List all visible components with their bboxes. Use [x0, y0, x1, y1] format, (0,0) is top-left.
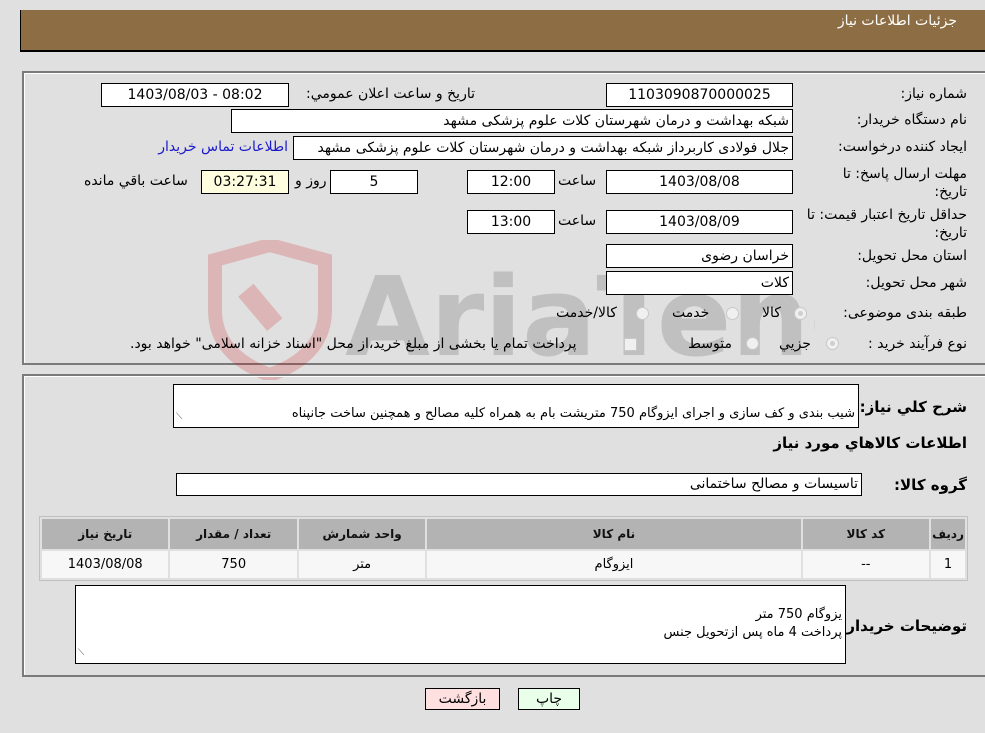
col-qty: تعداد / مقدار	[170, 519, 297, 549]
reply-deadline-date: 1403/08/08	[606, 170, 793, 194]
col-code: کد کالا	[802, 519, 930, 549]
radio-goods-service[interactable]	[636, 307, 649, 320]
items-table: ردیف کد کالا نام کالا واحد شمارش تعداد /…	[39, 516, 968, 581]
cell-code: --	[802, 551, 930, 578]
print-button[interactable]: چاپ	[518, 688, 580, 710]
delivery-province-field: خراسان رضوی	[606, 244, 793, 268]
table-row: 1 -- ایزوگام متر 750 1403/08/08	[42, 551, 965, 578]
col-row: ردیف	[931, 519, 965, 549]
radio-goods[interactable]	[794, 307, 807, 320]
remaining-days: 5	[330, 170, 418, 194]
requester-label: ایجاد کننده درخواست:	[838, 139, 967, 155]
announce-datetime-field: 1403/08/03 - 08:02	[101, 83, 289, 107]
days-label: روز و	[295, 173, 327, 189]
resize-grip-icon[interactable]: ⟋	[176, 408, 182, 426]
cell-date: 1403/08/08	[42, 551, 169, 578]
resize-grip-icon[interactable]: ⟋	[78, 644, 84, 662]
price-validity-time: 13:00	[467, 210, 555, 234]
goods-group-field: تاسیسات و مصالح ساختمانی	[176, 473, 862, 496]
radio-service-label: خدمت	[672, 305, 710, 321]
delivery-city-label: شهر محل تحویل:	[865, 275, 967, 291]
remaining-time: 03:27:31	[201, 170, 289, 194]
buyer-contact-link[interactable]: اطلاعات تماس خریدار	[158, 139, 288, 155]
back-button[interactable]: بازگشت	[425, 688, 500, 710]
price-time-label: ساعت	[558, 213, 597, 229]
col-name: نام کالا	[427, 519, 801, 549]
reply-deadline-label: مهلت ارسال پاسخ: تا تاریخ:	[842, 166, 967, 200]
reply-time-label: ساعت	[558, 173, 597, 189]
remaining-label: ساعت باقي مانده	[84, 173, 188, 189]
buyer-notes-label: توضیحات خریدار:	[840, 617, 967, 635]
need-number-field: 1103090870000025	[606, 83, 793, 107]
requester-field: جلال فولادی کاربرداز شبکه بهداشت و درمان…	[293, 136, 793, 160]
price-validity-label: حداقل تاریخ اعتبار قیمت: تا تاریخ:	[806, 207, 967, 241]
delivery-city-field: کلات	[606, 271, 793, 295]
col-date: تاریخ نیاز	[42, 519, 169, 549]
announce-datetime-label: تاریخ و ساعت اعلان عمومي:	[306, 86, 475, 102]
cell-row: 1	[931, 551, 965, 578]
buyer-notes-textarea[interactable]: یزوگام 750 متر پرداخت 4 ماه پس ازتحویل ج…	[75, 585, 846, 664]
col-unit: واحد شمارش	[298, 519, 426, 549]
radio-medium-label: متوسط	[688, 336, 732, 352]
radio-goods-label: کالا	[762, 305, 781, 321]
table-header-row: ردیف کد کالا نام کالا واحد شمارش تعداد /…	[42, 519, 965, 549]
cell-name: ایزوگام	[427, 551, 801, 578]
buyer-notes-text: یزوگام 750 متر پرداخت 4 ماه پس ازتحویل ج…	[663, 607, 843, 640]
goods-section-title: اطلاعات کالاهاي مورد نیاز	[773, 434, 967, 452]
radio-minor-label: جزیي	[779, 336, 811, 352]
goods-group-label: گروه کالا:	[894, 476, 967, 494]
description-textarea[interactable]: شیب بندی و کف سازی و اجرای ایزوگام 750 م…	[173, 384, 859, 428]
price-validity-date: 1403/08/09	[606, 210, 793, 234]
buyer-org-field: شبکه بهداشت و درمان شهرستان کلات علوم پز…	[231, 109, 793, 133]
radio-medium[interactable]	[746, 337, 759, 350]
treasury-note: پرداخت تمام یا بخشی از مبلغ خرید،از محل …	[130, 336, 577, 352]
purchase-type-label: نوع فرآیند خرید :	[868, 336, 967, 352]
description-text: شیب بندی و کف سازی و اجرای ایزوگام 750 م…	[291, 406, 855, 421]
radio-minor[interactable]	[826, 337, 839, 350]
reply-deadline-time: 12:00	[467, 170, 555, 194]
description-label: شرح کلي نیاز:	[859, 398, 967, 416]
radio-service[interactable]	[726, 307, 739, 320]
page-title: جزئیات اطلاعات نیاز	[837, 13, 957, 29]
buyer-org-label: نام دستگاه خریدار:	[856, 112, 967, 128]
radio-goods-service-label: کالا/خدمت	[556, 305, 617, 321]
need-number-label: شماره نیاز:	[900, 86, 968, 102]
delivery-province-label: استان محل تحویل:	[857, 248, 967, 264]
treasury-checkbox[interactable]	[624, 338, 637, 351]
cell-qty: 750	[170, 551, 297, 578]
subject-category-label: طبقه بندی موضوعی:	[843, 305, 967, 321]
cell-unit: متر	[298, 551, 426, 578]
